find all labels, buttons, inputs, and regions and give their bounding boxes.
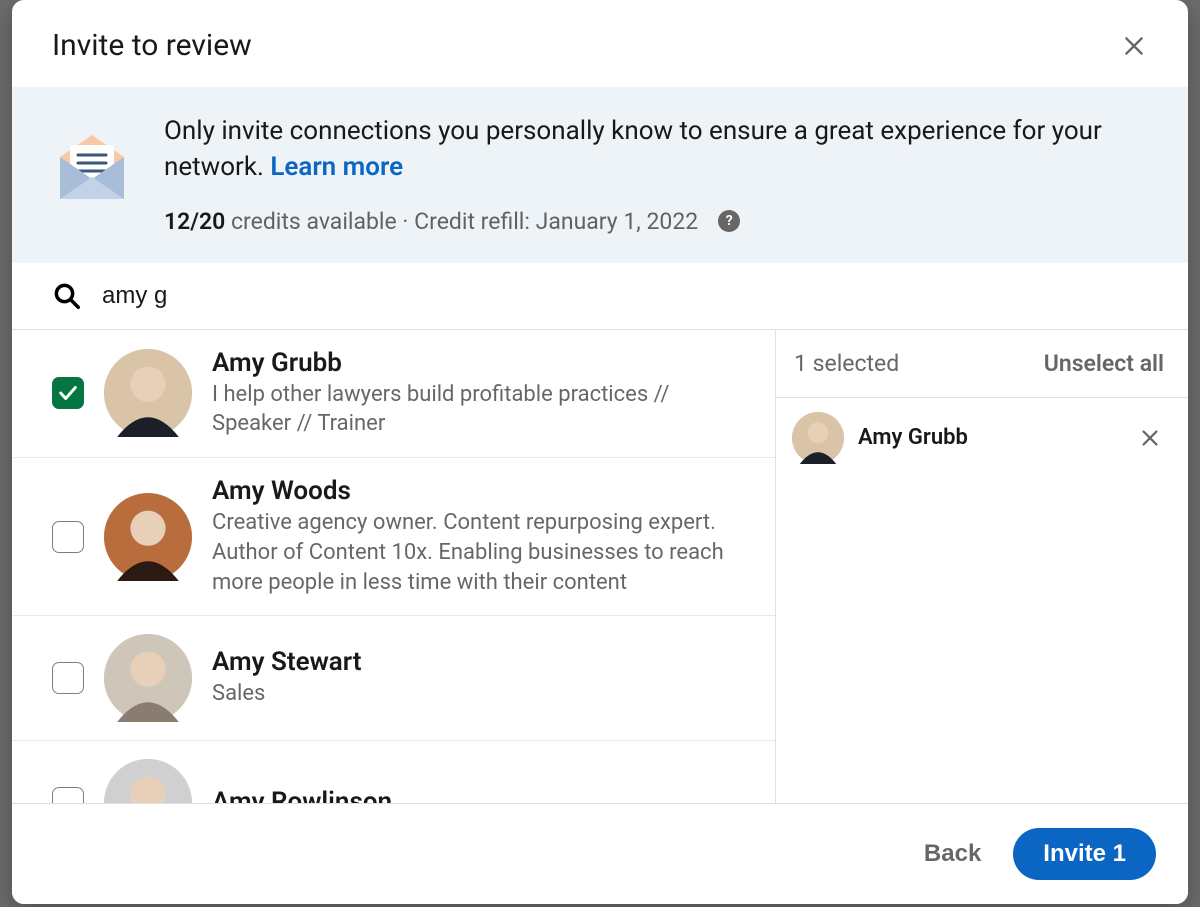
avatar [104, 493, 192, 581]
avatar [792, 412, 844, 464]
credits-count: 12/20 [164, 208, 225, 235]
result-checkbox[interactable] [52, 521, 84, 553]
close-icon [1121, 33, 1147, 59]
avatar [104, 349, 192, 437]
close-button[interactable] [1118, 30, 1150, 62]
person-meta: Amy StewartSales [212, 647, 751, 709]
envelope-icon [52, 127, 132, 207]
search-icon [52, 281, 82, 311]
avatar [104, 634, 192, 722]
results-column: Amy GrubbI help other lawyers build prof… [12, 330, 776, 803]
info-banner: Only invite connections you personally k… [12, 87, 1188, 263]
result-checkbox[interactable] [52, 662, 84, 694]
modal-title: Invite to review [52, 28, 252, 63]
credits-text: credits available · Credit refill: Janua… [225, 208, 698, 235]
person-name: Amy Grubb [212, 348, 751, 378]
selected-count: 1 selected [794, 350, 899, 377]
avatar [104, 759, 192, 803]
unselect-all-button[interactable]: Unselect all [1044, 350, 1164, 377]
invite-button[interactable]: Invite 1 [1013, 828, 1156, 880]
result-item[interactable]: Amy StewartSales [12, 616, 775, 741]
person-meta: Amy WoodsCreative agency owner. Content … [212, 476, 751, 597]
back-button[interactable]: Back [914, 832, 991, 876]
selected-item: Amy Grubb [776, 398, 1188, 478]
invite-modal: Invite to review Only invite co [12, 0, 1188, 904]
person-name: Amy Rowlinson [212, 787, 751, 803]
banner-message: Only invite connections you personally k… [164, 113, 1148, 186]
result-checkbox[interactable] [52, 377, 84, 409]
learn-more-link[interactable]: Learn more [270, 152, 403, 182]
help-icon[interactable]: ? [718, 210, 740, 232]
remove-button[interactable] [1136, 424, 1164, 452]
selected-list: Amy Grubb [776, 398, 1188, 478]
selected-name: Amy Grubb [858, 425, 1122, 450]
selected-header: 1 selected Unselect all [776, 330, 1188, 398]
search-row [12, 263, 1188, 330]
result-item[interactable]: Amy Rowlinson [12, 741, 775, 803]
person-meta: Amy Rowlinson [212, 787, 751, 803]
modal-header: Invite to review [12, 0, 1188, 87]
result-item[interactable]: Amy WoodsCreative agency owner. Content … [12, 458, 775, 616]
person-headline: I help other lawyers build profitable pr… [212, 380, 751, 439]
banner-text: Only invite connections you personally k… [164, 113, 1148, 235]
person-name: Amy Woods [212, 476, 751, 506]
person-meta: Amy GrubbI help other lawyers build prof… [212, 348, 751, 439]
person-headline: Creative agency owner. Content repurposi… [212, 508, 751, 597]
result-item[interactable]: Amy GrubbI help other lawyers build prof… [12, 330, 775, 458]
person-headline: Sales [212, 679, 751, 709]
selected-column: 1 selected Unselect all Amy Grubb [776, 330, 1188, 803]
result-checkbox[interactable] [52, 787, 84, 803]
close-icon [1139, 427, 1161, 449]
body-split: Amy GrubbI help other lawyers build prof… [12, 330, 1188, 803]
credits-line: 12/20 credits available · Credit refill:… [164, 208, 1148, 235]
person-name: Amy Stewart [212, 647, 751, 677]
search-input[interactable] [102, 282, 1148, 310]
modal-footer: Back Invite 1 [12, 803, 1188, 904]
